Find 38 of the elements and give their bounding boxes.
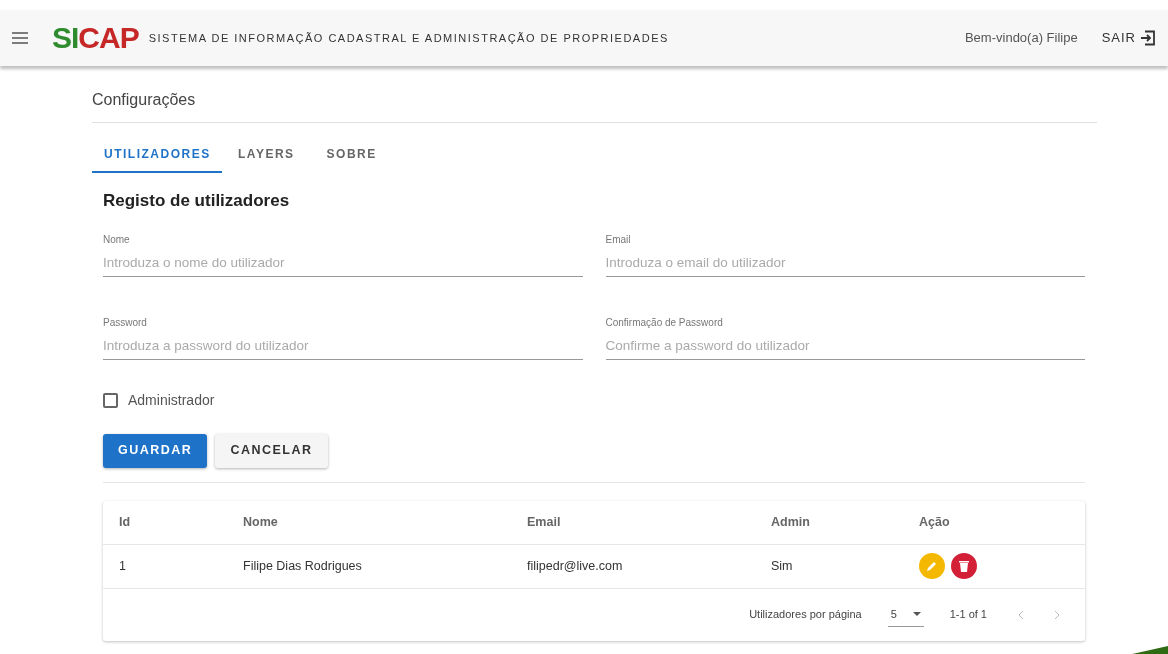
app-title: SISTEMA DE INFORMAÇÃO CADASTRAL E ADMINISTRAÇÃO DE PROPRIEDADES: [148, 30, 669, 46]
column-header: Nome: [243, 514, 278, 529]
column-header: Ação: [919, 514, 950, 529]
button[interactable]: GUARDAR: [103, 433, 208, 468]
field-label: Confirmação de Password: [605, 316, 723, 328]
rows-per-page-select[interactable]: 5: [887, 602, 924, 627]
page-title: Configurações: [92, 66, 1097, 123]
table-cell: 1: [119, 558, 126, 573]
column-header: Id: [119, 514, 131, 529]
column-header: Admin: [771, 514, 810, 529]
input-field[interactable]: Confirme a password do utilizador: [605, 335, 1085, 360]
form-title: Registo de utilizadores: [103, 190, 291, 212]
input-field[interactable]: Introduza a password do utilizador: [103, 335, 583, 360]
table-cell: Sim: [771, 558, 793, 573]
field-label: Email: [605, 233, 631, 245]
trash-icon: [959, 560, 969, 572]
tab[interactable]: UTILIZADORES: [92, 137, 222, 173]
logout-icon: [1140, 30, 1156, 46]
checkbox[interactable]: [103, 392, 118, 408]
table-cell: Filipe Dias Rodrigues: [243, 558, 362, 573]
table-cell: filipedr@live.com: [527, 558, 623, 573]
checkbox-label: Administrador: [128, 390, 215, 410]
page-range: 1-1 of 1: [949, 607, 987, 623]
button[interactable]: CANCELAR: [215, 433, 328, 468]
delete-button[interactable]: [951, 553, 977, 579]
logout-button[interactable]: SAIR: [1101, 28, 1156, 48]
logo: SICAP: [52, 23, 139, 53]
input-field[interactable]: Introduza o email do utilizador: [605, 252, 1085, 277]
field-label: Nome: [103, 233, 130, 245]
column-header: Email: [527, 514, 561, 529]
dropdown-icon: [912, 612, 921, 616]
welcome-text: Bem-vindo(a) Filipe: [964, 29, 1078, 48]
field-label: Password: [103, 316, 147, 328]
rows-per-page-label: Utilizadores por página: [749, 607, 862, 623]
tab[interactable]: SOBRE: [310, 137, 393, 173]
pencil-icon: [926, 560, 938, 572]
tab[interactable]: LAYERS: [222, 137, 311, 173]
input-field[interactable]: Introduza o nome do utilizador: [103, 252, 583, 277]
